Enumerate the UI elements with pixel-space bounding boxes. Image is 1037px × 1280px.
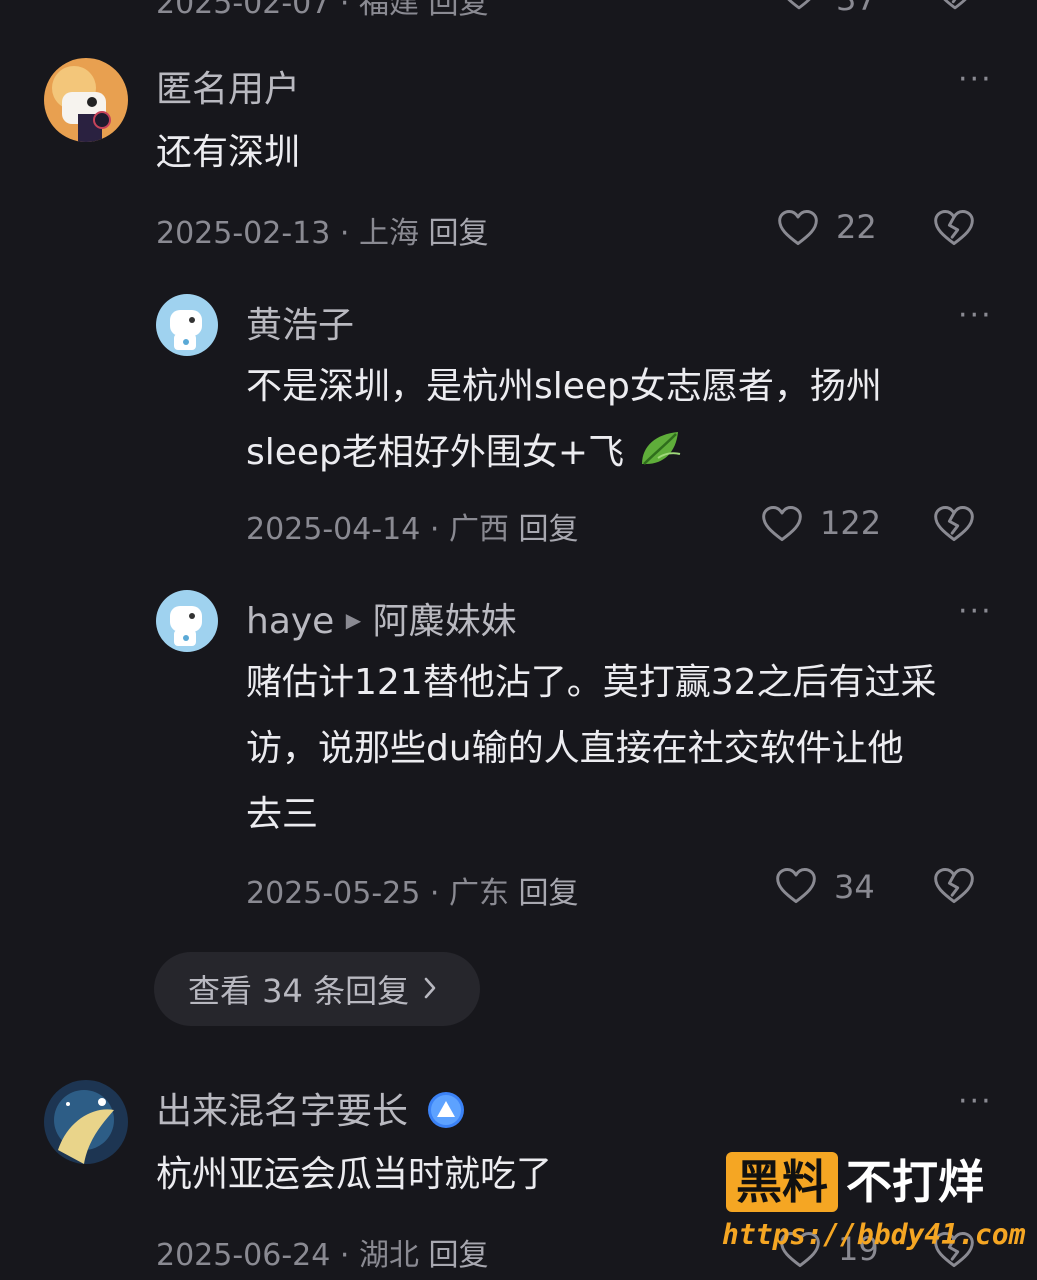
dot-separator: · — [429, 876, 440, 911]
view-replies-label: 查看 34 条回复 — [188, 972, 410, 1010]
comment-location: 湖北 — [359, 1238, 419, 1273]
comment-meta: 2025-06-24 · 湖北 回复 — [156, 1230, 489, 1274]
more-icon[interactable]: ··· — [958, 298, 993, 333]
watermark: 黑料 不打烊 — [726, 1152, 984, 1212]
comment-author-line: 出来混名字要长 — [156, 1082, 465, 1138]
view-replies-button[interactable]: 查看 34 条回复 — [154, 952, 480, 1026]
triangle-badge-icon — [427, 1091, 465, 1138]
avatar[interactable] — [44, 1080, 128, 1164]
avatar[interactable] — [156, 590, 218, 652]
reply-author[interactable]: haye — [246, 601, 334, 642]
leaf-emoji-icon — [636, 424, 684, 494]
reply-meta: 2025-04-14 · 广西 回复 — [246, 504, 579, 548]
heart-icon[interactable] — [776, 206, 820, 250]
broken-heart-icon[interactable] — [932, 502, 976, 546]
dot-separator: · — [339, 216, 350, 251]
comment-date: 2025-02-13 — [156, 216, 331, 251]
reply-to-author[interactable]: 阿麋妹妹 — [373, 601, 517, 642]
more-icon[interactable]: ··· — [958, 62, 993, 97]
reply-button[interactable]: 回复 — [519, 876, 579, 911]
comment-text: 杭州亚运会瓜当时就吃了 — [156, 1154, 553, 1195]
reply-text: 赌估计121替他沾了。莫打赢32之后有过采 访，说那些du输的人直接在社交软件让… — [246, 662, 937, 835]
avatar[interactable] — [156, 294, 218, 356]
like-count: 37 — [836, 0, 877, 18]
comment-location: 上海 — [359, 216, 419, 251]
reply-text: 不是深圳，是杭州sleep女志愿者，扬州 sleep老相好外围女+飞 — [246, 354, 1006, 494]
reply-author[interactable]: 黄浩子 — [246, 296, 354, 348]
broken-heart-icon[interactable] — [934, 0, 976, 14]
reply-button[interactable]: 回复 — [429, 216, 489, 251]
comment-author[interactable]: 匿名用户 — [156, 60, 300, 112]
like-count: 122 — [820, 504, 882, 542]
reply-meta: 2025-05-25 · 广东 回复 — [246, 868, 579, 912]
like-count: 34 — [834, 868, 875, 906]
broken-heart-icon[interactable] — [932, 864, 976, 908]
heart-icon[interactable] — [760, 502, 804, 546]
more-icon[interactable]: ··· — [958, 594, 993, 629]
watermark-url: https://bbdy41.com — [722, 1218, 1026, 1251]
comment-text: 还有深圳 — [156, 132, 301, 173]
top-partial-meta: 2025-02-07 · 福建 回复 — [156, 0, 489, 21]
reply-date: 2025-04-14 — [246, 512, 421, 547]
more-icon[interactable]: ··· — [958, 1084, 993, 1119]
reply-author-line: haye ▶ 阿麋妹妹 — [246, 592, 517, 644]
reply-location: 广西 — [449, 512, 509, 547]
reply-date: 2025-05-25 — [246, 876, 421, 911]
reply-location: 广东 — [449, 876, 509, 911]
dot-separator: · — [429, 512, 440, 547]
dot-separator: · — [339, 1238, 350, 1273]
watermark-text: 不打烊 — [846, 1155, 984, 1209]
comment-meta: 2025-02-13 · 上海 回复 — [156, 208, 489, 252]
reply-button[interactable]: 回复 — [519, 512, 579, 547]
comment-date: 2025-06-24 — [156, 1238, 331, 1273]
reply-arrow-icon: ▶ — [345, 608, 362, 632]
watermark-box-text: 黑料 — [726, 1152, 838, 1212]
chevron-right-icon — [423, 970, 437, 1008]
like-count: 22 — [836, 208, 877, 246]
broken-heart-icon[interactable] — [932, 206, 976, 250]
heart-icon[interactable] — [778, 0, 820, 14]
comment-author[interactable]: 出来混名字要长 — [156, 1091, 408, 1132]
heart-icon[interactable] — [774, 864, 818, 908]
reply-button[interactable]: 回复 — [429, 1238, 489, 1273]
avatar[interactable] — [44, 58, 128, 142]
